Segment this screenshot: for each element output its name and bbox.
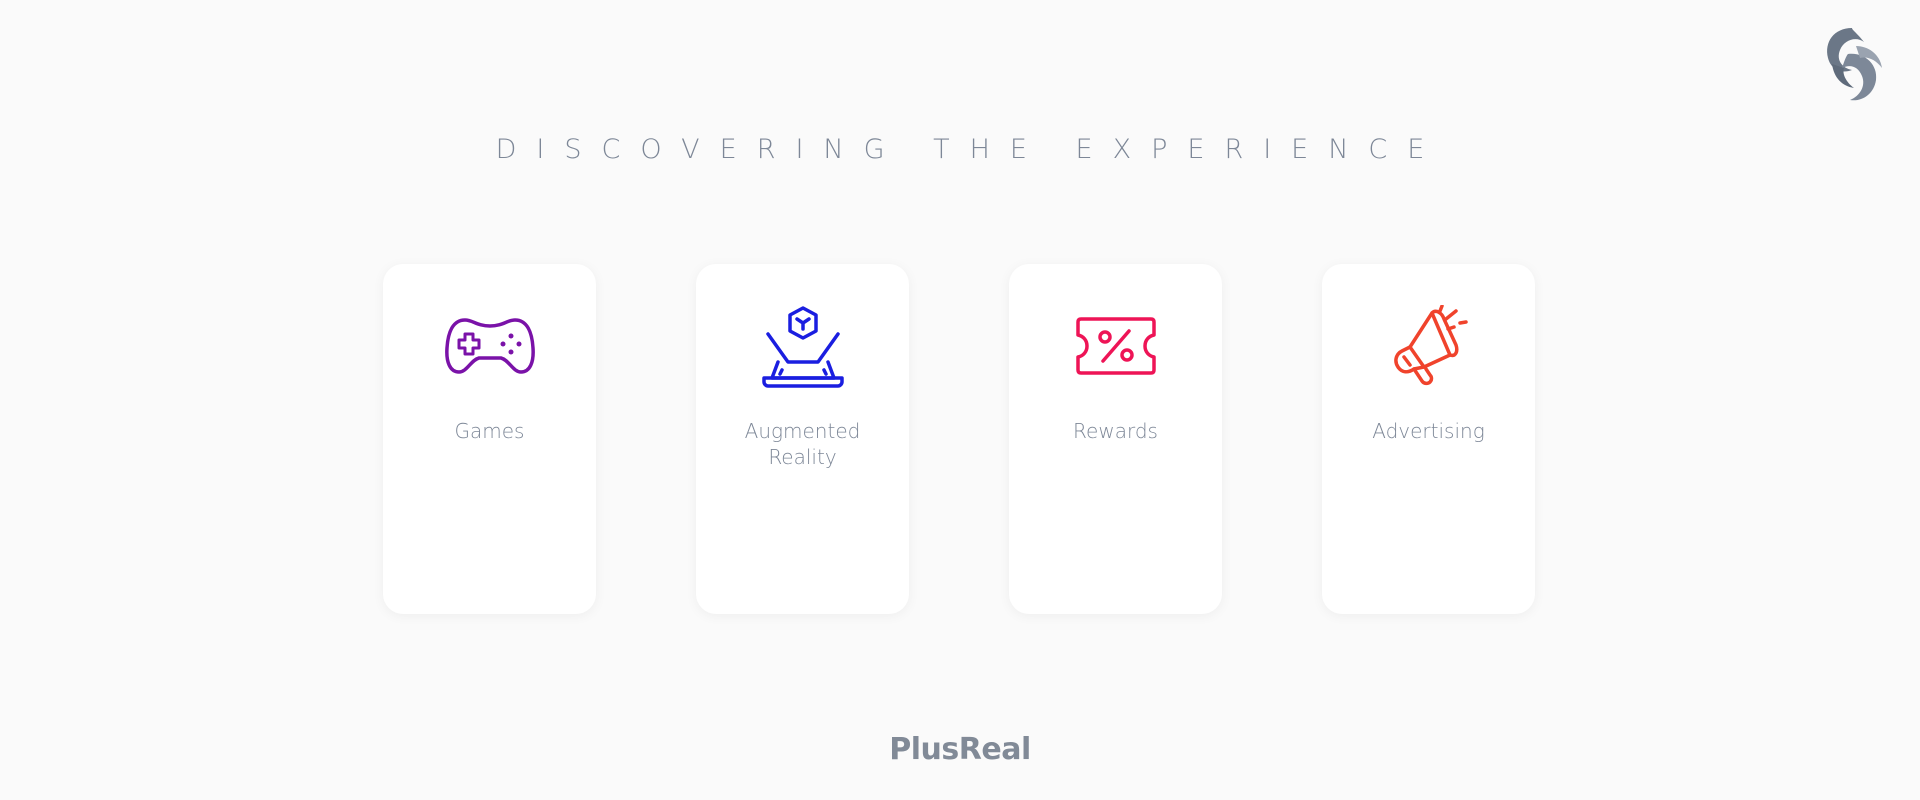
card-augmented-reality[interactable]: Augmented Reality [696,264,909,614]
hologram-cube-icon [761,306,844,388]
card-label: Augmented Reality [744,419,861,469]
card-icon-wrapper [1384,304,1474,388]
brand-wordmark: PlusReal [889,732,1031,767]
card-games[interactable]: Games [383,264,596,614]
ticket-percent-icon [1075,317,1156,375]
card-icon-wrapper [1071,304,1161,388]
phoenix-logo-icon [1827,28,1882,101]
card-label: Advertising [1372,419,1485,443]
feature-cards: Games Augmented Reality Rewards Advertis… [383,264,1535,614]
card-label: Games [454,419,525,443]
card-icon-wrapper [758,304,848,388]
megaphone-icon [1393,305,1468,386]
logo[interactable] [1812,24,1888,104]
gamepad-icon [444,318,535,374]
card-rewards[interactable]: Rewards [1009,264,1222,614]
card-icon-wrapper [444,304,535,388]
page-title: DISCOVERING THE EXPERIENCE [495,134,1445,165]
card-advertising[interactable]: Advertising [1322,264,1535,614]
card-label: Rewards [1073,419,1158,443]
